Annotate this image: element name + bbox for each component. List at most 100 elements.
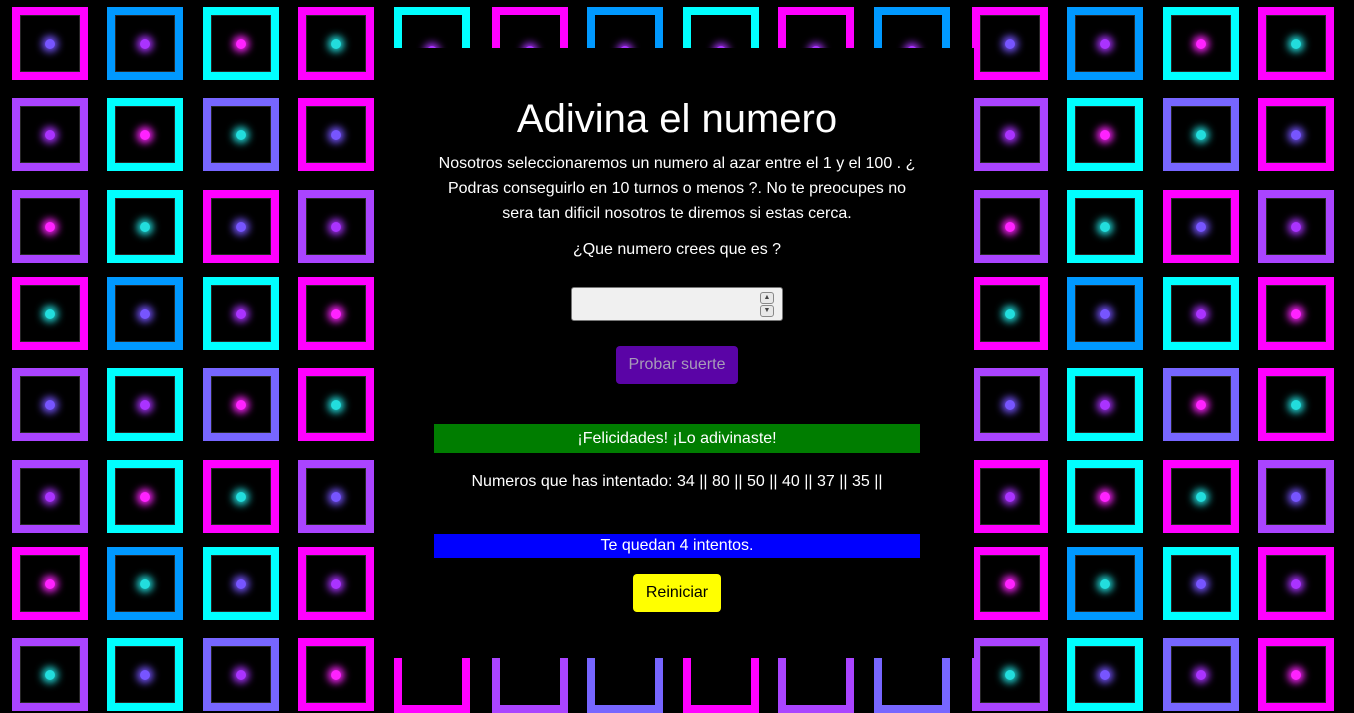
neon-tile	[1067, 190, 1143, 263]
tile-glow-dot	[45, 399, 55, 410]
neon-tile	[1163, 98, 1239, 171]
neon-tile	[12, 547, 88, 620]
neon-tile	[1067, 368, 1143, 441]
tile-glow-dot	[1100, 491, 1110, 502]
tile-glow-dot	[1291, 129, 1301, 140]
neon-tile	[12, 190, 88, 263]
tile-glow-dot	[1291, 491, 1301, 502]
tile-glow-dot	[45, 38, 55, 49]
neon-tile	[12, 7, 88, 80]
game-description: Nosotros seleccionaremos un numero al az…	[438, 155, 916, 222]
tile-glow-dot	[1196, 578, 1206, 589]
tile-glow-dot	[1100, 38, 1110, 49]
tile-glow-dot	[1291, 308, 1301, 319]
neon-tile	[1163, 368, 1239, 441]
tile-glow-dot	[236, 399, 246, 410]
neon-tile	[1163, 7, 1239, 80]
neon-tile	[203, 7, 279, 80]
neon-tile	[12, 638, 88, 711]
neon-tile	[298, 460, 374, 533]
tile-glow-dot	[1005, 129, 1015, 140]
guess-number-input[interactable]: ▲ ▼	[571, 287, 783, 321]
neon-tile	[12, 460, 88, 533]
tile-glow-dot	[1100, 129, 1110, 140]
tile-glow-dot	[1196, 491, 1206, 502]
game-panel: Adivina el numero Nosotros seleccionarem…	[380, 48, 974, 658]
tile-glow-dot	[140, 38, 150, 49]
tile-glow-dot	[45, 129, 55, 140]
tile-glow-dot	[236, 221, 246, 232]
neon-tile	[1258, 98, 1334, 171]
tile-glow-dot	[1100, 308, 1110, 319]
guess-prompt: ¿Que numero crees que es ?	[572, 241, 782, 258]
neon-tile	[1067, 98, 1143, 171]
number-spinner[interactable]: ▲ ▼	[760, 292, 774, 317]
tile-glow-dot	[1291, 399, 1301, 410]
neon-tile	[107, 98, 183, 171]
neon-tile	[1163, 547, 1239, 620]
tile-glow-dot	[1100, 221, 1110, 232]
neon-tile	[972, 460, 1048, 533]
tile-glow-dot	[140, 399, 150, 410]
tile-glow-dot	[1291, 669, 1301, 680]
neon-tile	[1258, 547, 1334, 620]
spinner-down-icon[interactable]: ▼	[760, 305, 774, 317]
tile-glow-dot	[1291, 38, 1301, 49]
neon-tile	[203, 638, 279, 711]
neon-tile	[972, 368, 1048, 441]
submit-guess-button[interactable]: Probar suerte	[616, 346, 738, 384]
neon-tile	[203, 98, 279, 171]
tile-glow-dot	[45, 308, 55, 319]
tile-glow-dot	[1005, 399, 1015, 410]
spinner-up-icon[interactable]: ▲	[760, 292, 774, 304]
neon-tile	[1067, 460, 1143, 533]
tile-glow-dot	[140, 308, 150, 319]
tile-glow-dot	[1005, 578, 1015, 589]
neon-tile	[12, 98, 88, 171]
tile-glow-dot	[140, 221, 150, 232]
tile-glow-dot	[1291, 578, 1301, 589]
tile-glow-dot	[1291, 221, 1301, 232]
tile-glow-dot	[45, 491, 55, 502]
tile-glow-dot	[236, 578, 246, 589]
neon-tile	[107, 368, 183, 441]
tile-glow-dot	[1196, 308, 1206, 319]
neon-tile	[12, 368, 88, 441]
neon-tile	[298, 190, 374, 263]
result-message: ¡Felicidades! ¡Lo adivinaste!	[434, 424, 920, 453]
tile-glow-dot	[140, 578, 150, 589]
neon-tile	[203, 277, 279, 350]
neon-tile	[203, 368, 279, 441]
neon-tile	[107, 7, 183, 80]
neon-tile	[203, 190, 279, 263]
restart-button[interactable]: Reiniciar	[633, 574, 721, 612]
neon-tile	[107, 638, 183, 711]
tile-glow-dot	[140, 491, 150, 502]
remaining-attempts-message: Te quedan 4 intentos.	[434, 534, 920, 558]
neon-tile	[107, 460, 183, 533]
neon-tile	[107, 190, 183, 263]
neon-tile	[298, 547, 374, 620]
neon-tile	[972, 190, 1048, 263]
neon-tile	[1163, 277, 1239, 350]
neon-tile	[972, 547, 1048, 620]
neon-tile	[972, 277, 1048, 350]
neon-tile	[298, 7, 374, 80]
page-title: Adivina el numero	[516, 97, 838, 141]
neon-tile	[1258, 460, 1334, 533]
tile-glow-dot	[45, 578, 55, 589]
tile-glow-dot	[331, 129, 341, 140]
tile-glow-dot	[1100, 669, 1110, 680]
tile-glow-dot	[331, 399, 341, 410]
tile-glow-dot	[331, 491, 341, 502]
neon-tile	[1163, 638, 1239, 711]
neon-tile	[298, 368, 374, 441]
tile-glow-dot	[236, 669, 246, 680]
neon-tile	[972, 98, 1048, 171]
neon-tile	[1163, 460, 1239, 533]
tile-glow-dot	[331, 308, 341, 319]
tile-glow-dot	[1196, 399, 1206, 410]
neon-tile	[107, 547, 183, 620]
tile-glow-dot	[331, 38, 341, 49]
neon-tile	[203, 547, 279, 620]
